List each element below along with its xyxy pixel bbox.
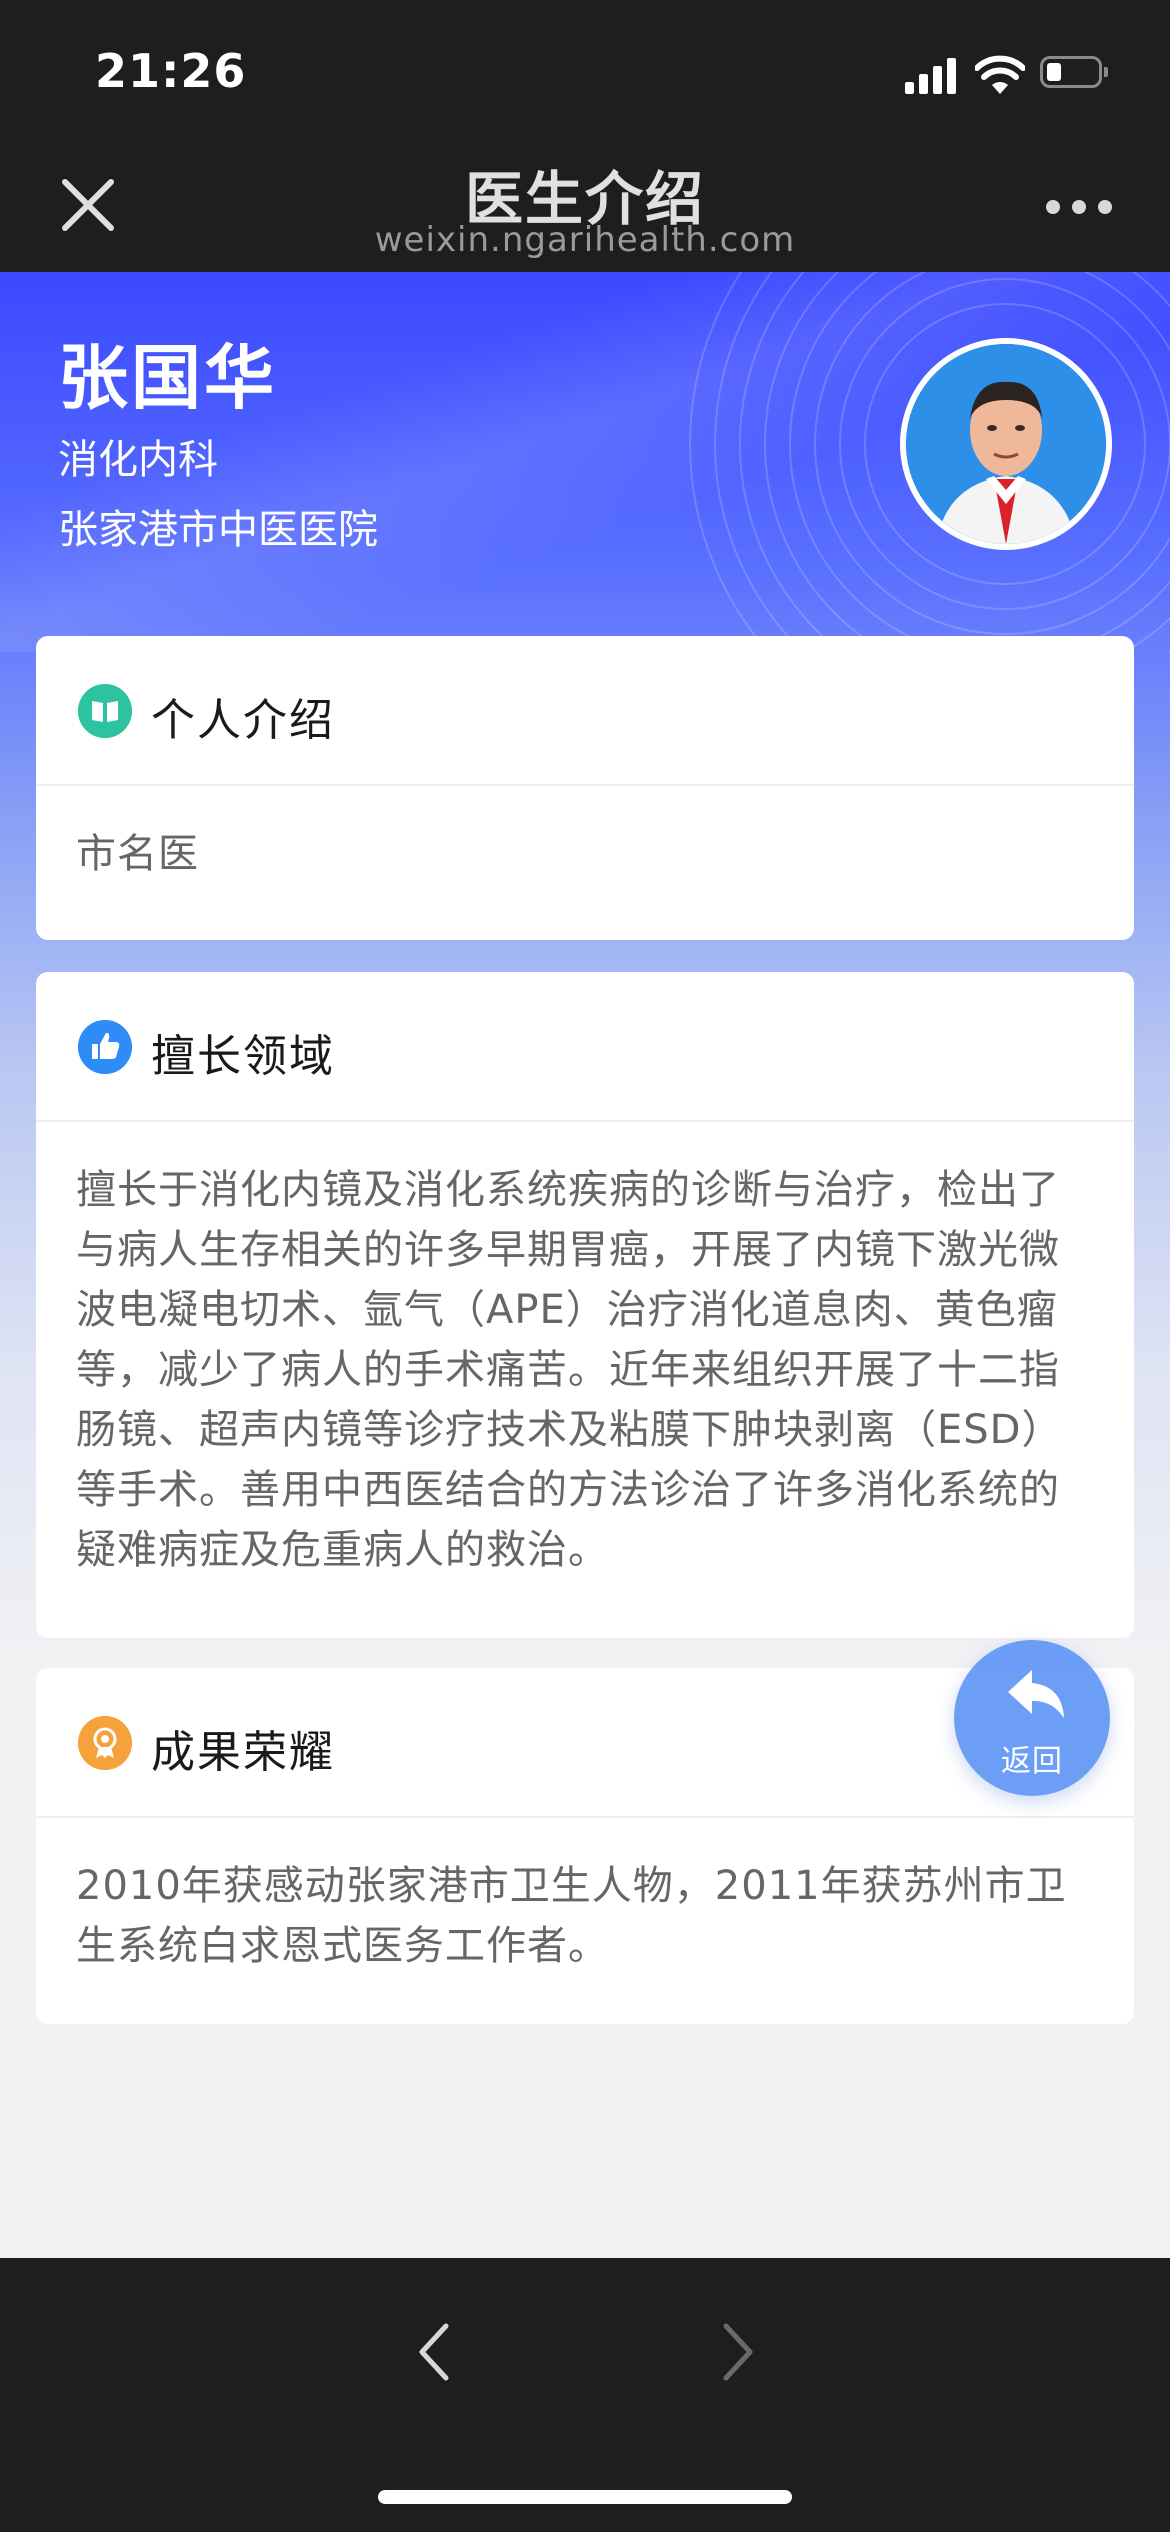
bottom-toolbar: [0, 2258, 1170, 2532]
status-time: 21:26: [95, 44, 247, 98]
doctor-avatar: [900, 338, 1112, 550]
award-icon: [78, 1716, 132, 1770]
reply-arrow-icon: [1008, 1670, 1064, 1718]
back-fab-button[interactable]: 返回: [954, 1640, 1110, 1796]
intro-text: 市名医: [76, 831, 199, 877]
doctor-header: 张国华 消化内科 张家港市中医医院: [0, 272, 1170, 652]
status-bar: 21:26: [0, 0, 1170, 140]
doctor-name: 张国华: [58, 337, 277, 419]
main-content: 张国华 消化内科 张家港市中医医院 个人介绍 市名医 擅长领域 擅长于消化内镜及…: [0, 272, 1170, 2258]
home-indicator: [378, 2490, 792, 2504]
intro-card: 个人介绍 市名医: [36, 636, 1134, 940]
intro-card-header: 个人介绍: [36, 636, 1134, 786]
battery-icon: [1040, 56, 1108, 88]
specialty-card: 擅长领域 擅长于消化内镜及消化系统疾病的诊断与治疗，检出了与病人生存相关的许多早…: [36, 972, 1134, 1638]
wifi-icon: [975, 55, 1025, 94]
doctor-department: 消化内科: [58, 437, 218, 483]
specialty-title: 擅长领域: [151, 1031, 335, 1082]
chevron-left-icon[interactable]: [408, 2318, 460, 2386]
honors-title: 成果荣耀: [151, 1727, 335, 1778]
page-domain: weixin.ngarihealth.com: [374, 220, 796, 260]
signal-icon: [905, 58, 957, 94]
chevron-right-icon[interactable]: [712, 2318, 764, 2386]
thumbs-up-icon: [78, 1020, 132, 1074]
doctor-hospital: 张家港市中医医院: [58, 507, 378, 553]
nav-bar: 医生介绍 weixin.ngarihealth.com: [0, 140, 1170, 272]
specialty-text: 擅长于消化内镜及消化系统疾病的诊断与治疗，检出了与病人生存相关的许多早期胃癌，开…: [76, 1167, 1063, 1573]
more-icon[interactable]: [1046, 198, 1116, 218]
honors-text: 2010年获感动张家港市卫生人物，2011年获苏州市卫生系统白求恩式医务工作者。: [76, 1863, 1067, 1969]
back-fab-label: 返回: [1001, 1744, 1063, 1779]
specialty-card-header: 擅长领域: [36, 972, 1134, 1122]
intro-title: 个人介绍: [151, 695, 335, 746]
book-icon: [78, 684, 132, 738]
